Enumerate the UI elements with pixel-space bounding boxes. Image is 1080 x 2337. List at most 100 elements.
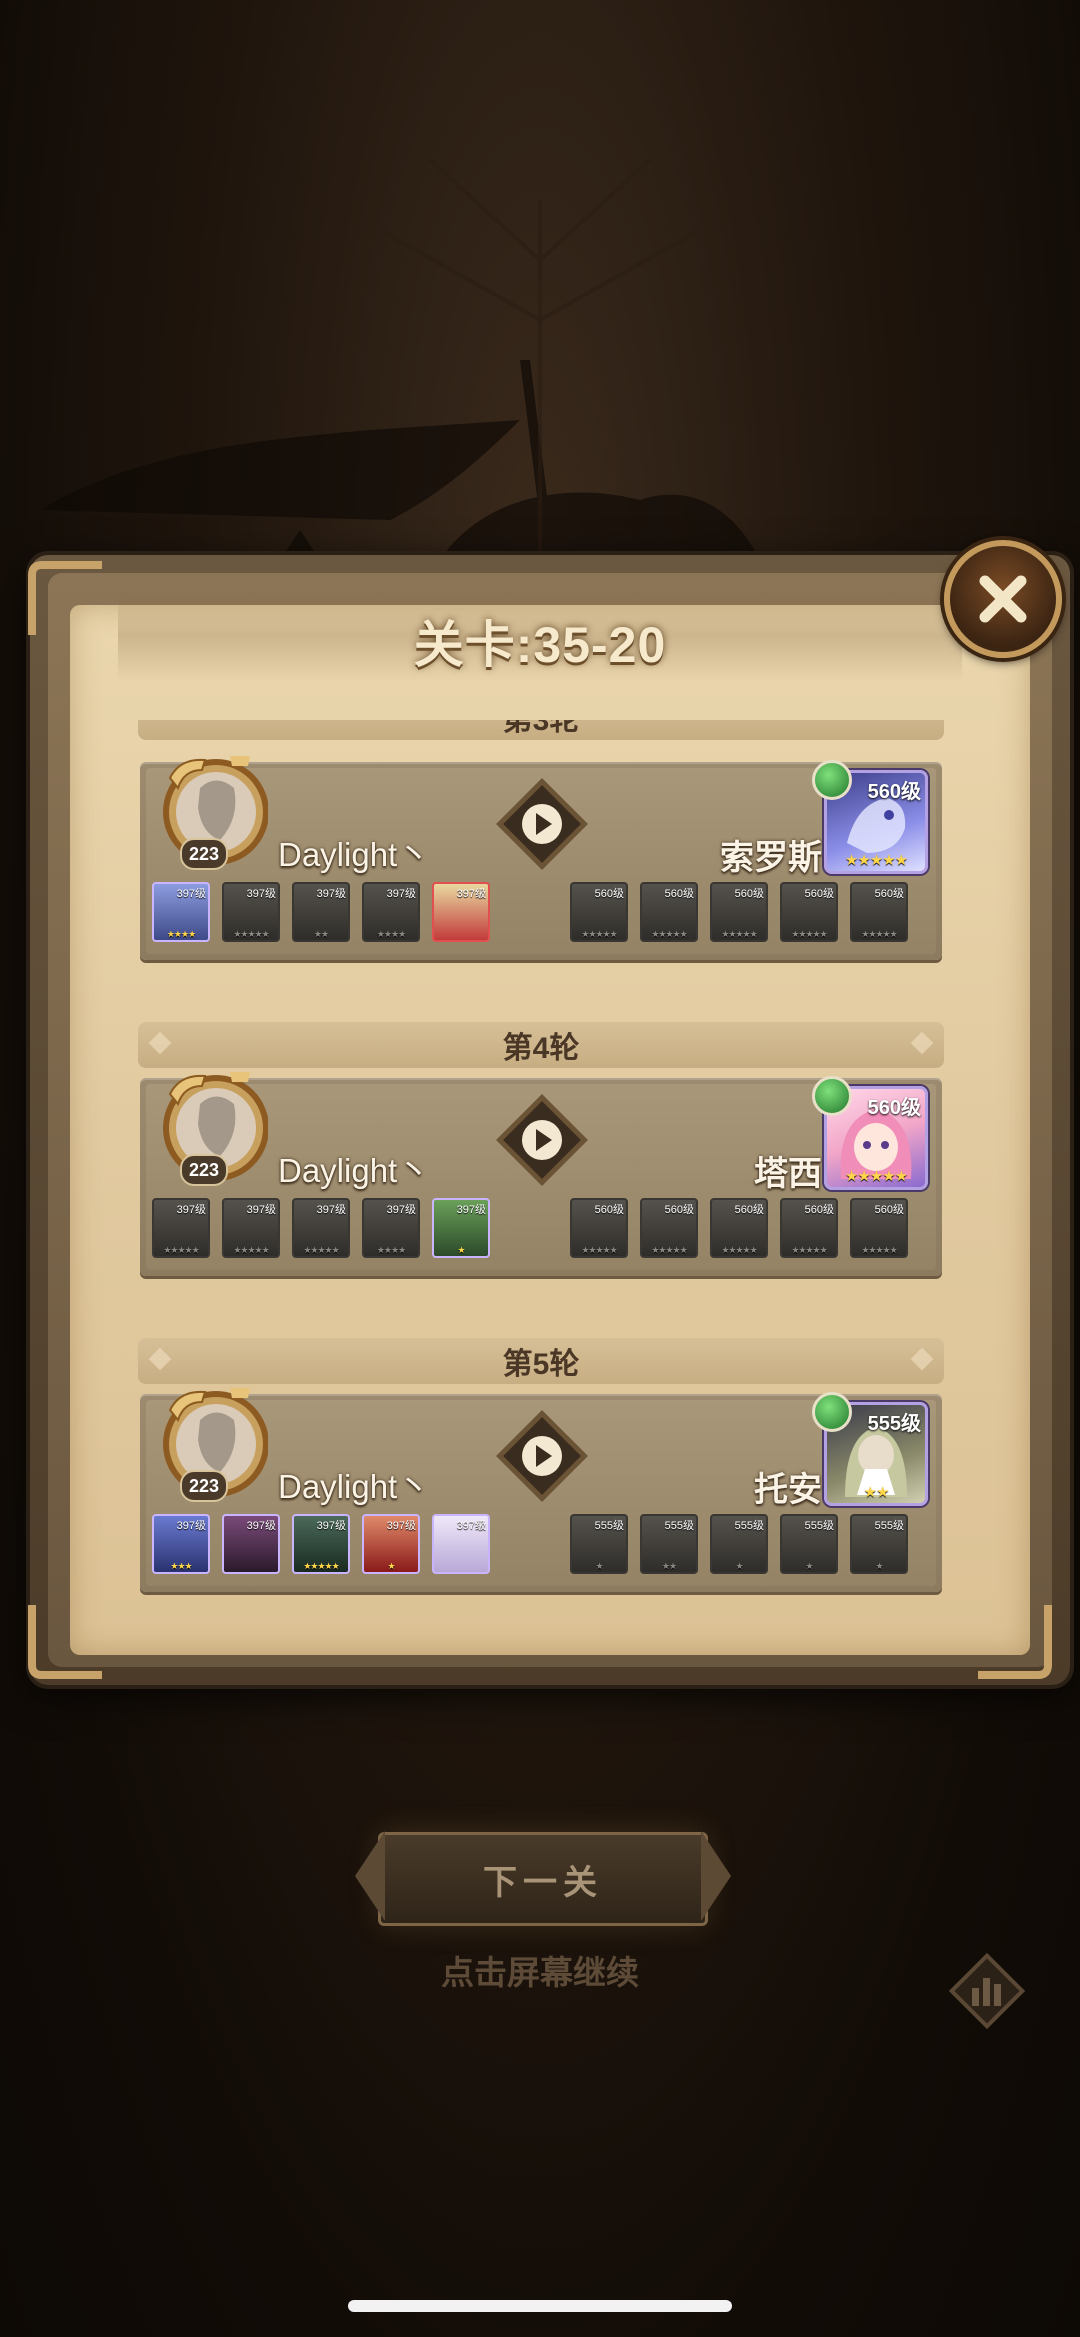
enemy-name: 托安 xyxy=(754,1471,822,1509)
player-name: Daylight丶 xyxy=(278,1152,431,1189)
unit-level: 555级 xyxy=(594,1520,624,1532)
player-level-badge: 223 xyxy=(180,1154,228,1186)
unit-stars: ★★★★★ xyxy=(651,929,687,939)
wing-ornament-icon xyxy=(355,1831,385,1921)
unit-level: 397级 xyxy=(316,1520,346,1532)
player-unit-4[interactable]: 397级 ★ xyxy=(362,1514,420,1574)
player-unit-3[interactable]: 397级 ★★★★★ xyxy=(292,1514,350,1574)
round-label: 第3轮 xyxy=(502,720,580,737)
player-unit-1[interactable]: 397级 ★★★★ xyxy=(152,882,210,942)
round-card-4: 223 Daylight丶 塔西 560级 ★★★★★ 397级 ★★★★★ 39… xyxy=(140,1072,942,1276)
unit-stars: ★★★★★ xyxy=(233,1245,269,1255)
unit-stars: ★★★★★ xyxy=(861,1245,897,1255)
enemy-stars: ★★★★★ xyxy=(844,852,908,869)
unit-level: 560级 xyxy=(664,1204,694,1216)
faction-icon xyxy=(812,1076,852,1116)
player-name: Daylight丶 xyxy=(278,1468,431,1505)
enemy-unit-1[interactable]: 555级 ★ xyxy=(570,1514,628,1574)
unit-level: 555级 xyxy=(664,1520,694,1532)
enemy-unit-3[interactable]: 555级 ★ xyxy=(710,1514,768,1574)
unit-level: 397级 xyxy=(176,888,206,900)
unit-level: 560级 xyxy=(874,888,904,900)
unit-stars: ★ xyxy=(387,1561,395,1571)
enemy-unit-5[interactable]: 560级 ★★★★★ xyxy=(850,1198,908,1258)
enemy-unit-1[interactable]: 560级 ★★★★★ xyxy=(570,882,628,942)
tap-to-continue-hint: 点击屏幕继续 xyxy=(441,1954,639,1991)
player-unit-5[interactable]: 397级 ★ xyxy=(432,1198,490,1258)
unit-stars: ★★★ xyxy=(170,1561,192,1571)
unit-stars: ★★★★★ xyxy=(861,929,897,939)
unit-stars: ★ xyxy=(595,1561,603,1571)
enemy-unit-5[interactable]: 560级 ★★★★★ xyxy=(850,882,908,942)
enemy-unit-1[interactable]: 560级 ★★★★★ xyxy=(570,1198,628,1258)
replay-button[interactable] xyxy=(496,1094,588,1186)
player-unit-4[interactable]: 397级 ★★★★ xyxy=(362,1198,420,1258)
battle-stats-button[interactable] xyxy=(944,1948,1030,2034)
stage-title: 关卡:35-20 xyxy=(413,617,667,673)
unit-stars: ★★★★★ xyxy=(303,1561,339,1571)
enemy-unit-2[interactable]: 560级 ★★★★★ xyxy=(640,1198,698,1258)
unit-stars: ★★ xyxy=(661,1561,677,1571)
unit-level: 397级 xyxy=(456,888,486,900)
unit-stars: ★★★★★ xyxy=(581,1245,617,1255)
ornament-icon xyxy=(910,1031,934,1055)
faction-icon xyxy=(812,1392,852,1432)
player-unit-3[interactable]: 397级 ★★ xyxy=(292,882,350,942)
player-unit-2[interactable]: 397级 xyxy=(222,1514,280,1574)
unit-level: 560级 xyxy=(804,888,834,900)
player-unit-4[interactable]: 397级 ★★★★ xyxy=(362,882,420,942)
unit-level: 397级 xyxy=(246,1520,276,1532)
ornament-icon xyxy=(910,1347,934,1371)
next-stage-button[interactable]: 下一关 xyxy=(355,1831,731,1926)
player-unit-2[interactable]: 397级 ★★★★★ xyxy=(222,1198,280,1258)
unit-level: 560级 xyxy=(734,888,764,900)
unit-level: 397级 xyxy=(246,1204,276,1216)
enemy-name: 塔西 xyxy=(754,1155,822,1193)
unit-level: 560级 xyxy=(594,1204,624,1216)
round-card-5: 223 Daylight丶 托安 555级 ★★ 397级 ★★★ 397级 39… xyxy=(140,1388,942,1592)
enemy-unit-5[interactable]: 555级 ★ xyxy=(850,1514,908,1574)
player-unit-5[interactable]: 397级 xyxy=(432,1514,490,1574)
enemy-level: 555级 xyxy=(867,1413,921,1435)
enemy-unit-4[interactable]: 560级 ★★★★★ xyxy=(780,882,838,942)
unit-level: 555级 xyxy=(804,1520,834,1532)
unit-level: 560级 xyxy=(734,1204,764,1216)
close-icon xyxy=(979,575,1027,623)
player-level-badge: 223 xyxy=(180,1470,228,1502)
rounds-list[interactable]: 第3轮 223 Daylight丶 索罗斯 560级 ★★★★★ 397级 ★★… xyxy=(138,720,944,1635)
faction-icon xyxy=(812,760,852,800)
enemy-unit-4[interactable]: 560级 ★★★★★ xyxy=(780,1198,838,1258)
corner-ornament-bottom-left xyxy=(28,1605,102,1679)
enemy-stars: ★★★★★ xyxy=(844,1168,908,1185)
unit-stars: ★★★★ xyxy=(376,929,406,939)
player-unit-1[interactable]: 397级 ★★★★★ xyxy=(152,1198,210,1258)
unit-level: 560级 xyxy=(594,888,624,900)
player-unit-3[interactable]: 397级 ★★★★★ xyxy=(292,1198,350,1258)
player-name: Daylight丶 xyxy=(278,836,431,873)
enemy-unit-3[interactable]: 560级 ★★★★★ xyxy=(710,1198,768,1258)
enemy-stars: ★★ xyxy=(863,1484,890,1501)
unit-level: 397级 xyxy=(456,1520,486,1532)
player-unit-5[interactable]: 397级 xyxy=(432,882,490,942)
unit-stars: ★★★★★ xyxy=(791,929,827,939)
ornament-icon xyxy=(148,1031,172,1055)
home-indicator[interactable] xyxy=(348,2300,732,2312)
enemy-name: 索罗斯 xyxy=(720,839,822,877)
replay-button[interactable] xyxy=(496,778,588,870)
player-unit-2[interactable]: 397级 ★★★★★ xyxy=(222,882,280,942)
unit-level: 560级 xyxy=(874,1204,904,1216)
unit-stars: ★★★★★ xyxy=(791,1245,827,1255)
unit-stars: ★ xyxy=(735,1561,743,1571)
player-level-badge: 223 xyxy=(180,838,228,870)
enemy-unit-2[interactable]: 555级 ★★ xyxy=(640,1514,698,1574)
enemy-level: 560级 xyxy=(867,781,921,803)
replay-button[interactable] xyxy=(496,1410,588,1502)
unit-stars: ★★★★★ xyxy=(721,1245,757,1255)
enemy-unit-2[interactable]: 560级 ★★★★★ xyxy=(640,882,698,942)
enemy-unit-3[interactable]: 560级 ★★★★★ xyxy=(710,882,768,942)
unit-level: 397级 xyxy=(176,1520,206,1532)
enemy-unit-4[interactable]: 555级 ★ xyxy=(780,1514,838,1574)
player-unit-1[interactable]: 397级 ★★★ xyxy=(152,1514,210,1574)
close-button[interactable] xyxy=(944,540,1062,658)
unit-stars: ★ xyxy=(875,1561,883,1571)
